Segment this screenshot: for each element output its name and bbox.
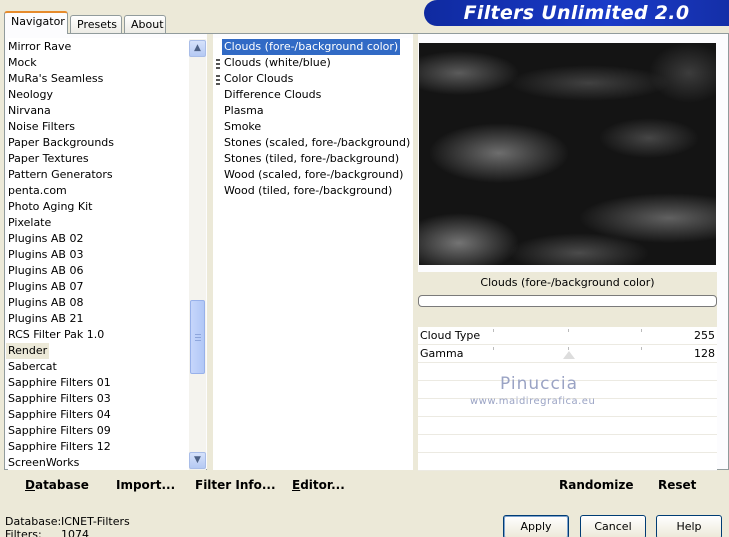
apply-button[interactable]: Apply (503, 515, 569, 537)
param-label: Gamma (420, 347, 464, 360)
category-item[interactable]: Plugins AB 06 (8, 263, 83, 279)
tab-navigator[interactable]: Navigator (4, 11, 68, 34)
filter-preview-image[interactable] (419, 43, 716, 265)
category-item[interactable]: Nirvana (8, 103, 51, 119)
category-item[interactable]: Plugins AB 21 (8, 311, 83, 327)
category-item[interactable]: penta.com (8, 183, 67, 199)
category-item[interactable]: ScreenWorks (8, 455, 79, 471)
preset-marker-icon (216, 75, 220, 86)
param-row-empty (418, 417, 717, 435)
category-scrollbar[interactable]: ▲ ▼ (189, 39, 206, 470)
filter-item[interactable]: Clouds (white/blue) (224, 55, 331, 71)
chevron-down-icon[interactable]: ▼ (189, 452, 206, 469)
slider-thumb-icon[interactable] (563, 351, 575, 359)
database-button[interactable]: Database (25, 478, 89, 492)
category-item[interactable]: Neology (8, 87, 53, 103)
category-item[interactable]: Sapphire Filters 03 (8, 391, 111, 407)
param-row-cloud-type[interactable]: Cloud Type 255 (418, 327, 717, 345)
app-title-banner: Filters Unlimited 2.0 (424, 0, 729, 26)
filter-item[interactable]: Wood (tiled, fore-/background) (224, 183, 392, 199)
category-item[interactable]: Pattern Generators (8, 167, 113, 183)
preset-marker-icon (216, 59, 220, 70)
category-item[interactable]: Plugins AB 02 (8, 231, 83, 247)
watermark-name: Pinuccia (500, 374, 578, 394)
randomize-button[interactable]: Randomize (559, 478, 633, 492)
param-row-empty (418, 453, 717, 471)
category-item[interactable]: Noise Filters (8, 119, 75, 135)
scrollbar-thumb[interactable] (190, 300, 205, 374)
selected-filter-name: Clouds (fore-/background color) (480, 276, 655, 289)
filter-item[interactable]: Color Clouds (224, 71, 293, 87)
category-item[interactable]: Sapphire Filters 12 (8, 439, 111, 455)
tab-presets[interactable]: Presets (70, 15, 122, 33)
cancel-button[interactable]: Cancel (580, 515, 646, 537)
category-item[interactable]: Plugins AB 03 (8, 247, 83, 263)
category-item[interactable]: Plugins AB 07 (8, 279, 83, 295)
category-item[interactable]: Paper Textures (8, 151, 89, 167)
category-item[interactable]: Render (6, 343, 50, 359)
category-item[interactable]: Photo Aging Kit (8, 199, 92, 215)
category-item[interactable]: Sabercat (8, 359, 57, 375)
status-filters-value: 1074 (61, 528, 89, 537)
filter-item[interactable]: Smoke (224, 119, 261, 135)
category-item[interactable]: MuRa's Seamless (8, 71, 103, 87)
filter-item[interactable]: Stones (tiled, fore-/background) (224, 151, 399, 167)
filter-item[interactable]: Stones (scaled, fore-/background) (224, 135, 410, 151)
category-item[interactable]: Paper Backgrounds (8, 135, 114, 151)
status-database-value: ICNET-Filters (61, 515, 130, 528)
tab-about[interactable]: About (124, 15, 166, 33)
status-filters-label: Filters: (5, 528, 42, 537)
category-item[interactable]: Sapphire Filters 01 (8, 375, 111, 391)
watermark-url: www.maidiregrafica.eu (470, 396, 596, 407)
filter-item[interactable]: Difference Clouds (224, 87, 321, 103)
category-item[interactable]: RCS Filter Pak 1.0 (8, 327, 104, 343)
filter-item[interactable]: Wood (scaled, fore-/background) (224, 167, 403, 183)
help-button[interactable]: Help (656, 515, 722, 537)
category-item[interactable]: Mirror Rave (8, 39, 71, 55)
category-item[interactable]: Sapphire Filters 04 (8, 407, 111, 423)
status-database-label: Database: (5, 515, 62, 528)
progress-bar (418, 295, 717, 307)
param-row-empty (418, 435, 717, 453)
chevron-up-icon[interactable]: ▲ (189, 40, 206, 57)
param-value[interactable]: 128 (694, 345, 715, 363)
category-item[interactable]: Pixelate (8, 215, 51, 231)
category-item[interactable]: Sapphire Filters 09 (8, 423, 111, 439)
filter-item[interactable]: Plasma (224, 103, 264, 119)
param-value[interactable]: 255 (694, 327, 715, 345)
filter-info-button[interactable]: Filter Info... (195, 478, 276, 492)
filter-item[interactable]: Clouds (fore-/background color) (222, 39, 401, 55)
reset-button[interactable]: Reset (658, 478, 696, 492)
param-label: Cloud Type (420, 329, 481, 342)
import-button[interactable]: Import... (116, 478, 175, 492)
category-item[interactable]: Mock (8, 55, 37, 71)
category-item[interactable]: Plugins AB 08 (8, 295, 83, 311)
editor-button[interactable]: Editor... (292, 478, 345, 492)
